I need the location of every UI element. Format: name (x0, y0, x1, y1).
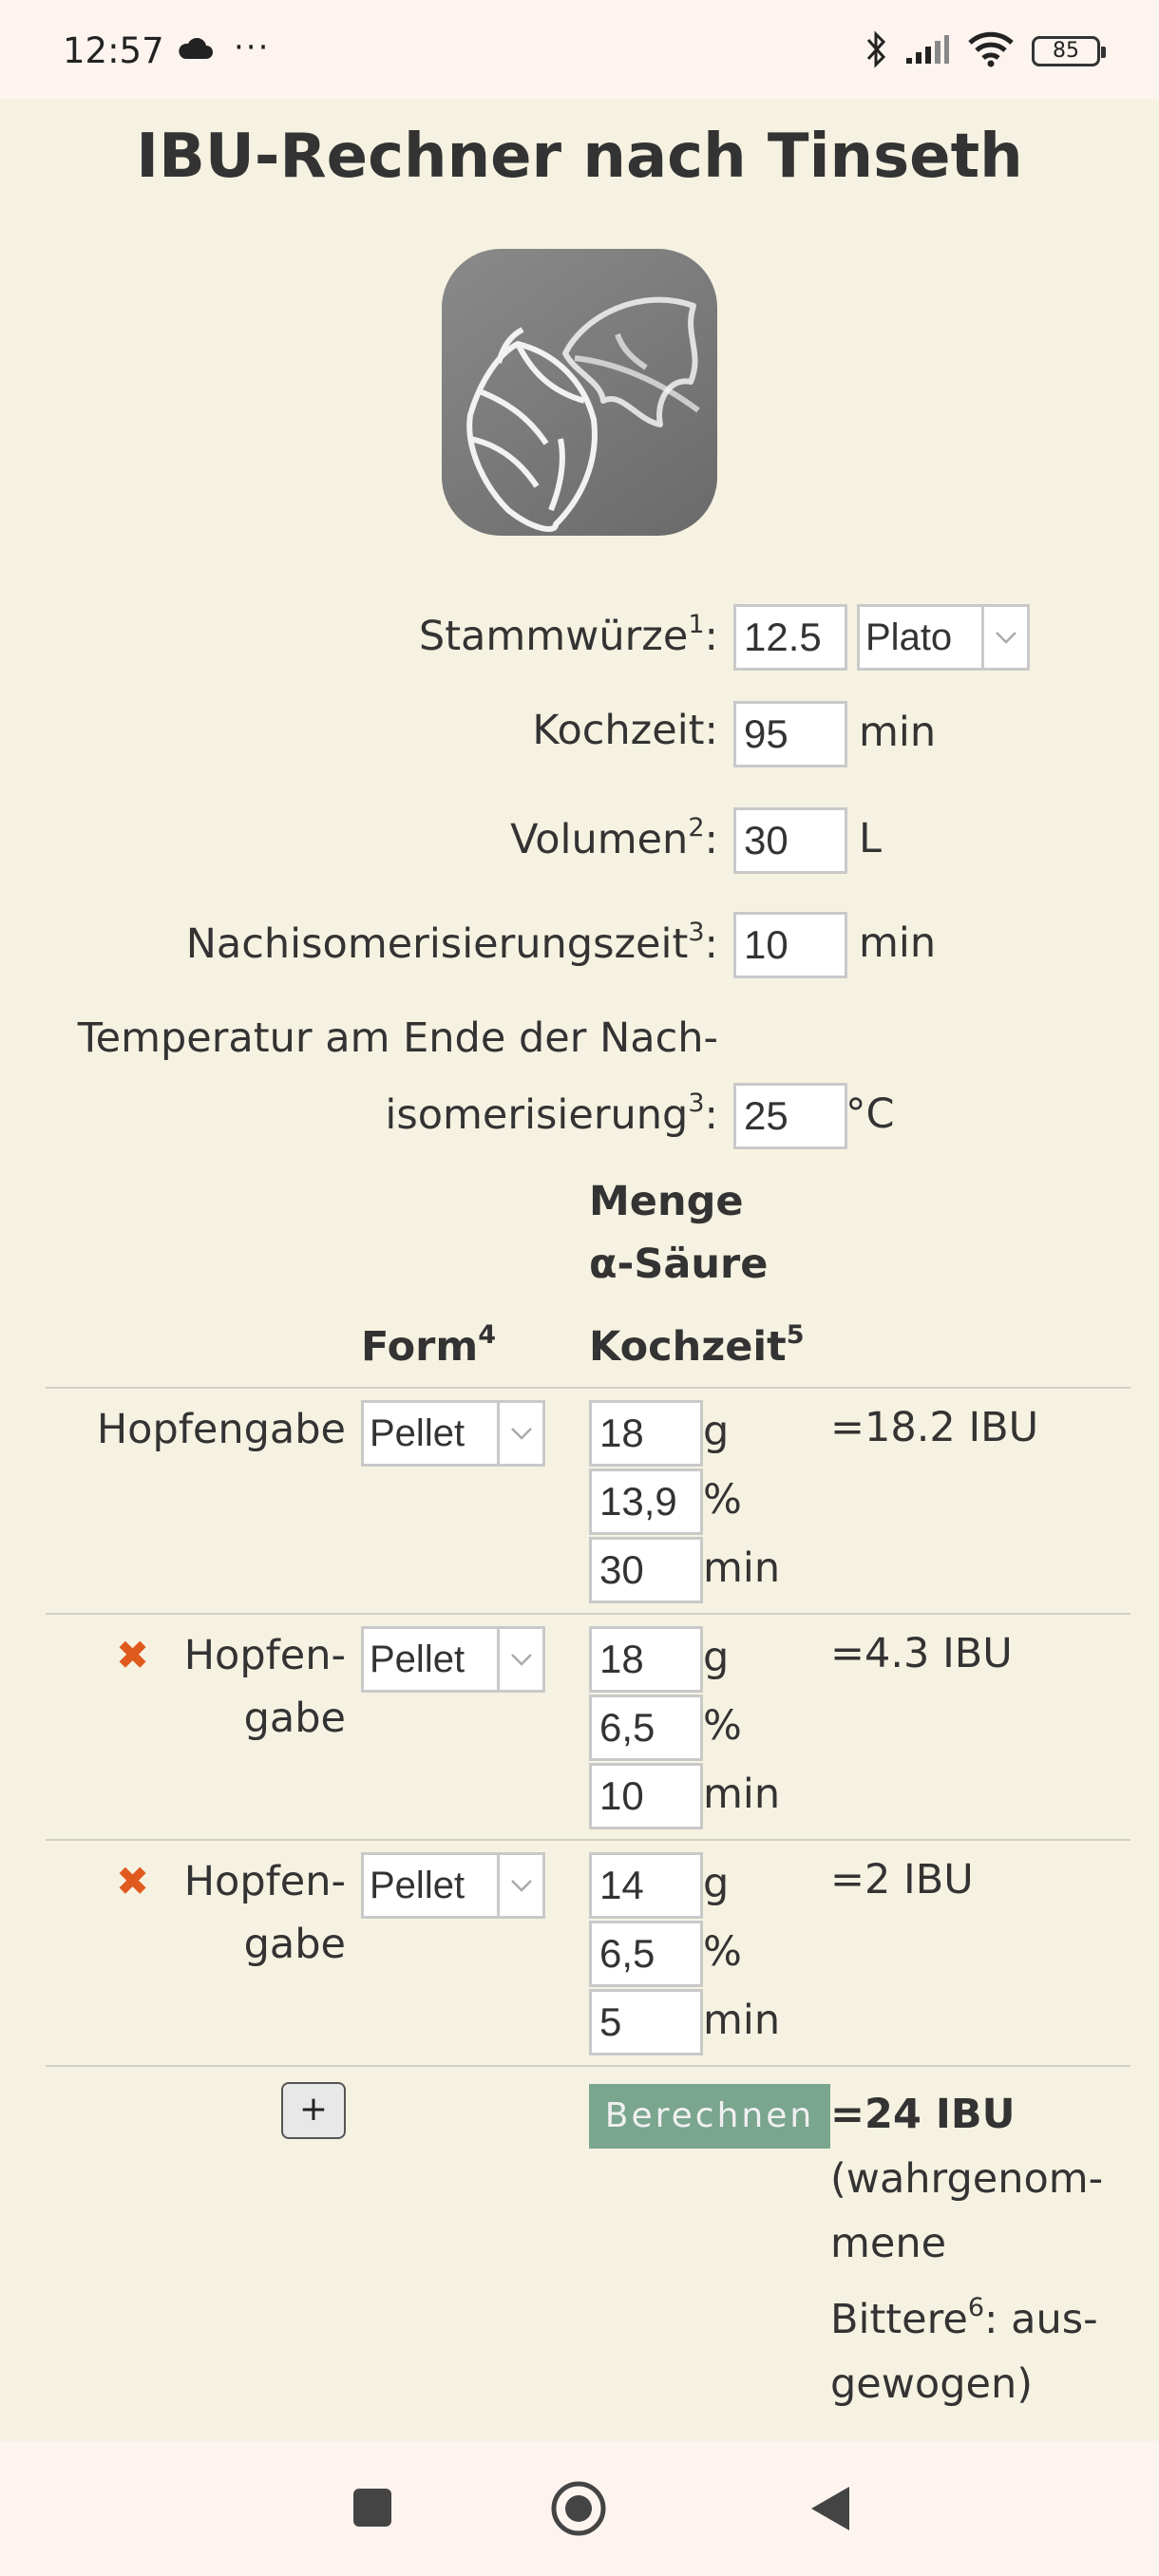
row1-zeit-input[interactable] (589, 1537, 703, 1603)
row3-ibu-result: =2 IBU (830, 1856, 974, 1904)
stammwuerze-label: Stammwürze1: (418, 610, 718, 660)
table-divider (46, 2065, 1130, 2067)
table-divider (46, 1839, 1130, 1841)
nachiso-zeit-label: Nachisomerisierungszeit3: (185, 918, 718, 968)
kochzeit-input[interactable] (733, 701, 847, 767)
row3-menge-input[interactable] (589, 1852, 703, 1919)
row1-form-select[interactable]: Pellet (361, 1400, 545, 1467)
row3-zeit-unit: min (703, 1997, 781, 2044)
chevron-down-icon (981, 607, 1027, 668)
row3-menge-unit: g (703, 1860, 730, 1907)
volumen-unit: L (859, 815, 882, 862)
volumen-input[interactable] (733, 807, 847, 874)
chevron-down-icon (497, 1629, 542, 1690)
total-note-line1: (wahrgenom- (830, 2155, 1104, 2203)
row2-menge-unit: g (703, 1634, 730, 1681)
nachiso-zeit-input[interactable] (733, 912, 847, 978)
cloud-icon (177, 37, 213, 65)
row2-alpha-unit: % (703, 1702, 742, 1750)
hop-icon (442, 249, 717, 536)
total-ibu-result: =24 IBU (wahrgenom- mene Bittere6: aus- … (830, 2082, 1134, 2416)
row2-alpha-input[interactable] (589, 1695, 703, 1761)
battery-icon: 85 (1032, 36, 1106, 66)
row1-ibu-result: =18.2 IBU (830, 1404, 1039, 1451)
stammwuerze-input[interactable] (733, 604, 847, 671)
temperatur-input[interactable] (733, 1083, 847, 1149)
row3-alpha-input[interactable] (589, 1921, 703, 1987)
temperatur-label-line2: isomerisierung3: (385, 1089, 718, 1139)
wifi-icon (967, 31, 1015, 71)
total-note-line2: mene (830, 2220, 947, 2267)
row2-form-select[interactable]: Pellet (361, 1626, 545, 1693)
chevron-down-icon (497, 1855, 542, 1916)
row1-zeit-unit: min (703, 1544, 781, 1592)
system-nav-bar (0, 2441, 1159, 2576)
row2-remove-icon[interactable]: ✖ (116, 1632, 149, 1678)
row2-label-line2: gabe (243, 1695, 346, 1742)
chevron-down-icon (497, 1403, 542, 1464)
signal-icon (904, 33, 950, 69)
status-bar: 12:57 ··· 85 (0, 0, 1159, 99)
row1-alpha-unit: % (703, 1476, 742, 1524)
row3-form-select[interactable]: Pellet (361, 1852, 545, 1919)
row3-alpha-unit: % (703, 1928, 742, 1976)
temperatur-label-line1: Temperatur am Ende der Nach- (77, 1014, 718, 1062)
row3-label-line2: gabe (243, 1921, 346, 1968)
kochzeit-label: Kochzeit: (532, 707, 718, 754)
bluetooth-icon (864, 30, 887, 72)
hopfengabe-label: Hopfengabe (96, 1406, 346, 1453)
row2-zeit-input[interactable] (589, 1763, 703, 1829)
status-icons: 85 (864, 30, 1106, 72)
total-note-line3: Bittere6: aus- (830, 2293, 1098, 2343)
back-button-icon[interactable] (808, 2485, 853, 2536)
col-form-header: Form4 (361, 1320, 496, 1371)
col-alpha-header: α-Säure (589, 1241, 769, 1288)
nachiso-zeit-unit: min (859, 919, 937, 967)
row2-zeit-unit: min (703, 1771, 781, 1818)
total-note-line4: gewogen) (830, 2360, 1034, 2408)
kochzeit-unit: min (859, 709, 937, 756)
row3-remove-icon[interactable]: ✖ (116, 1858, 149, 1904)
table-divider (46, 1387, 1130, 1389)
row1-menge-input[interactable] (589, 1400, 703, 1467)
page-title: IBU-Rechner nach Tinseth (136, 122, 1023, 192)
volumen-label: Volumen2: (510, 813, 718, 863)
add-hop-button[interactable]: + (281, 2082, 346, 2139)
calculate-button[interactable]: Berechnen (589, 2084, 830, 2149)
col-kochzeit-header: Kochzeit5 (589, 1320, 805, 1371)
row3-label-line1: Hopfen- (183, 1858, 346, 1905)
recents-button-icon[interactable] (352, 2487, 393, 2532)
row3-zeit-input[interactable] (589, 1989, 703, 2055)
more-notifications-icon: ··· (234, 28, 271, 66)
row1-alpha-input[interactable] (589, 1468, 703, 1535)
status-time: 12:57 (63, 30, 164, 71)
stammwuerze-unit-select[interactable]: Plato (857, 604, 1030, 671)
total-ibu-value: =24 IBU (830, 2091, 1016, 2138)
col-menge-header: Menge (589, 1178, 744, 1225)
table-divider (46, 1613, 1130, 1615)
row2-menge-input[interactable] (589, 1626, 703, 1693)
row2-ibu-result: =4.3 IBU (830, 1630, 1013, 1677)
row2-label-line1: Hopfen- (183, 1632, 346, 1679)
home-button-icon[interactable] (549, 2479, 608, 2542)
temperatur-unit: °C (846, 1090, 895, 1138)
row1-menge-unit: g (703, 1408, 730, 1455)
